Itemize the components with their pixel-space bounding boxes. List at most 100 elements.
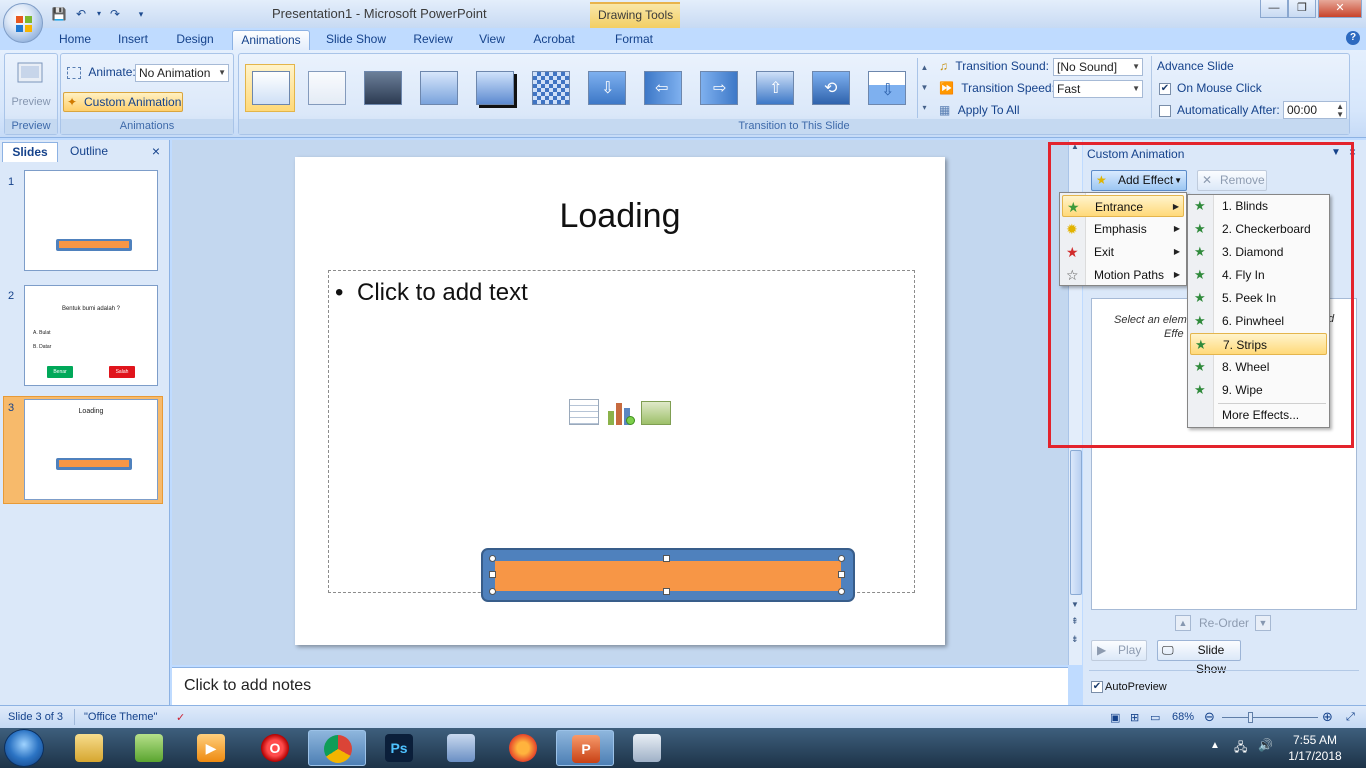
network-icon[interactable]: 🖧	[1234, 738, 1247, 759]
transition-none[interactable]	[245, 64, 295, 112]
help-icon[interactable]: ?	[1346, 31, 1360, 45]
scroll-down-icon[interactable]: ▼	[1071, 600, 1079, 609]
zoom-slider-thumb[interactable]	[1248, 712, 1253, 723]
taskbar-chrome[interactable]	[308, 730, 366, 766]
taskbar-media-player[interactable]: ▶	[182, 730, 240, 766]
zoom-in-icon[interactable]: ⊕	[1322, 709, 1333, 725]
resize-handle[interactable]	[489, 588, 496, 595]
zoom-slider[interactable]	[1222, 712, 1318, 723]
loading-bar-shape[interactable]	[481, 548, 855, 602]
slide-title[interactable]: Loading	[295, 197, 945, 236]
apply-to-all-button[interactable]: ▦ Apply To All	[939, 100, 1020, 120]
tab-home[interactable]: Home	[50, 30, 100, 50]
tab-outline[interactable]: Outline	[60, 142, 118, 162]
previous-slide-icon[interactable]: ⇞	[1071, 616, 1079, 627]
autopreview-checkbox[interactable]: ✔ AutoPreview	[1091, 677, 1167, 697]
remove-button[interactable]: ✕ Remove	[1197, 170, 1267, 191]
effect-diamond[interactable]: ★ 3. Diamond	[1190, 241, 1327, 263]
tab-review[interactable]: Review	[402, 30, 464, 50]
animate-dropdown[interactable]: No Animation ▼	[135, 64, 229, 82]
notes-pane[interactable]: Click to add notes	[172, 667, 1068, 705]
slide-sorter-icon[interactable]: ⊞	[1130, 711, 1139, 724]
effect-strips[interactable]: ★ 7. Strips	[1190, 333, 1327, 355]
resize-handle[interactable]	[663, 588, 670, 595]
more-effects-item[interactable]: More Effects...	[1190, 404, 1327, 426]
restore-button[interactable]: ❐	[1288, 0, 1316, 18]
resize-handle[interactable]	[663, 555, 670, 562]
taskbar-powerpoint[interactable]: P	[556, 730, 614, 766]
menu-item-emphasis[interactable]: ✹ Emphasis ▶	[1062, 218, 1184, 240]
insert-table-icon[interactable]	[569, 399, 599, 425]
slide-thumbnail-1[interactable]	[24, 170, 158, 271]
start-button[interactable]	[4, 729, 44, 767]
fit-to-window-icon[interactable]: ⤢	[1346, 711, 1355, 724]
customize-qat-icon[interactable]: ▾	[132, 5, 150, 23]
play-button[interactable]: ▶ Play	[1091, 640, 1147, 661]
transition-sound-dropdown[interactable]: [No Sound] ▼	[1053, 58, 1143, 76]
resize-handle[interactable]	[838, 571, 845, 578]
save-icon[interactable]: 💾	[50, 5, 68, 23]
reorder-up-icon[interactable]: ▲	[1175, 615, 1191, 631]
resize-handle[interactable]	[838, 588, 845, 595]
taskbar-file-explorer[interactable]	[60, 730, 118, 766]
reorder-down-icon[interactable]: ▼	[1255, 615, 1271, 631]
transition-cut[interactable]	[413, 64, 463, 112]
automatically-after-checkbox[interactable]: Automatically After:	[1159, 100, 1280, 120]
scroll-up-icon[interactable]: ▲	[1071, 142, 1079, 151]
transition-push-right[interactable]: ⇨	[693, 64, 743, 112]
close-button[interactable]: ✕	[1318, 0, 1362, 18]
spelling-check-icon[interactable]: ✓	[176, 711, 185, 724]
menu-item-motion-paths[interactable]: ☆ Motion Paths ▶	[1062, 264, 1184, 286]
rotate-handle[interactable]	[626, 416, 635, 425]
transition-push-left[interactable]: ⇦	[637, 64, 687, 112]
taskbar-notepad[interactable]	[120, 730, 178, 766]
close-pane-icon[interactable]: ×	[1349, 145, 1356, 159]
insert-smartart-icon[interactable]	[641, 401, 671, 425]
transition-wheel[interactable]: ⟲	[805, 64, 855, 112]
transition-push-up[interactable]: ⇧	[749, 64, 799, 112]
slide-show-view-icon[interactable]: ▭	[1150, 711, 1160, 724]
slide-thumbnail-3[interactable]: Loading	[24, 399, 158, 500]
scrollbar-thumb[interactable]	[1070, 450, 1082, 595]
effect-checkerboard[interactable]: ★ 2. Checkerboard	[1190, 218, 1327, 240]
resize-handle[interactable]	[489, 555, 496, 562]
next-slide-icon[interactable]: ⇟	[1071, 634, 1079, 645]
office-button[interactable]	[3, 3, 43, 43]
on-mouse-click-checkbox[interactable]: ✔ On Mouse Click	[1159, 78, 1262, 98]
menu-item-exit[interactable]: ★ Exit ▶	[1062, 241, 1184, 263]
tab-acrobat[interactable]: Acrobat	[524, 30, 584, 50]
undo-icon[interactable]: ↶	[72, 5, 90, 23]
taskbar-virtualbox[interactable]	[432, 730, 490, 766]
menu-item-entrance[interactable]: ★ Entrance ▶	[1062, 195, 1184, 217]
effect-fly-in[interactable]: ★ 4. Fly In	[1190, 264, 1327, 286]
zoom-out-icon[interactable]: ⊖	[1204, 709, 1215, 725]
content-placeholder[interactable]: • Click to add text	[328, 270, 915, 602]
slide-thumbnail-2[interactable]: Bentuk bumi adalah ? A. Bulat B. Datar B…	[24, 285, 158, 386]
transition-gallery-scroll[interactable]: ▲ ▼ ▾	[917, 58, 931, 118]
system-clock[interactable]: 7:55 AM 1/17/2018	[1280, 732, 1350, 764]
automatically-after-spinner[interactable]: 00:00 ▲ ▼	[1283, 101, 1347, 119]
effect-wipe[interactable]: ★ 9. Wipe	[1190, 379, 1327, 401]
add-effect-button[interactable]: ★ Add Effect ▼	[1091, 170, 1187, 191]
resize-handle[interactable]	[489, 571, 496, 578]
tab-design[interactable]: Design	[166, 30, 224, 50]
transition-fade-smoothly[interactable]	[301, 64, 351, 112]
minimize-button[interactable]: —	[1260, 0, 1288, 18]
taskbar-paint[interactable]	[618, 730, 676, 766]
preview-button[interactable]: Preview	[9, 58, 53, 114]
normal-view-icon[interactable]: ▣	[1110, 711, 1120, 724]
effect-wheel[interactable]: ★ 8. Wheel	[1190, 356, 1327, 378]
redo-icon[interactable]: ↷	[106, 5, 124, 23]
effect-peek-in[interactable]: ★ 5. Peek In	[1190, 287, 1327, 309]
taskbar-photoshop[interactable]: Ps	[370, 730, 428, 766]
tab-insert[interactable]: Insert	[108, 30, 158, 50]
tab-format[interactable]: Format	[606, 30, 662, 50]
resize-handle[interactable]	[838, 555, 845, 562]
effect-blinds[interactable]: ★ 1. Blinds	[1190, 195, 1327, 217]
slide-canvas[interactable]: Loading • Click to add text	[295, 157, 945, 645]
volume-icon[interactable]: 🔊	[1258, 738, 1273, 752]
taskbar-opera[interactable]: O	[246, 730, 304, 766]
tab-slide-show[interactable]: Slide Show	[318, 30, 394, 50]
effect-pinwheel[interactable]: ★ 6. Pinwheel	[1190, 310, 1327, 332]
transition-speed-dropdown[interactable]: Fast ▼	[1053, 80, 1143, 98]
